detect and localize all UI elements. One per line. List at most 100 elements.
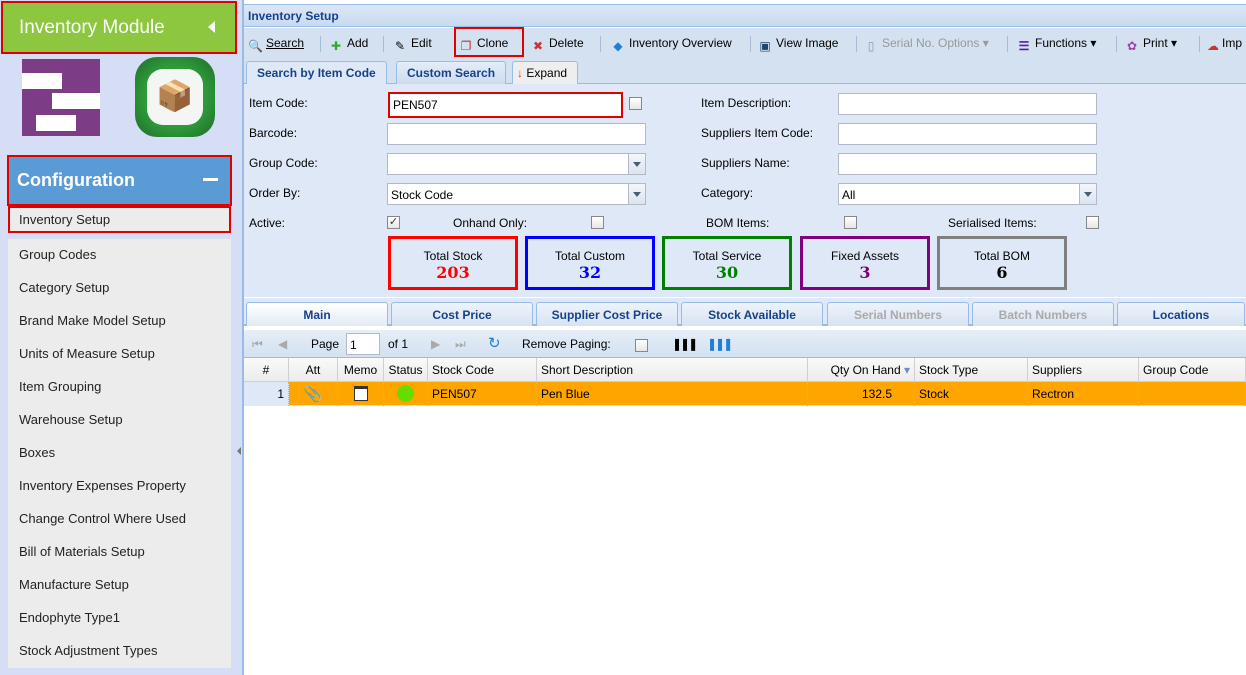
sidebar-item-stock-adjustment-types[interactable]: Stock Adjustment Types [8,635,231,668]
chevron-down-icon[interactable] [628,154,645,174]
expand-button[interactable]: ↓ Expand [512,61,579,84]
table-cell [338,382,384,406]
memo-icon[interactable] [353,386,368,401]
remove-paging-checkbox[interactable] [635,339,648,352]
barcode-blue-icon[interactable]: ❚❚❚ [707,337,733,351]
column-header-stock-code[interactable]: Stock Code [428,358,537,382]
active-checkbox[interactable]: ✓ [387,216,400,229]
collapse-minus-icon[interactable] [203,178,218,181]
column-header-suppliers[interactable]: Suppliers [1028,358,1139,382]
short-description: Pen Blue [541,387,590,401]
bom-items-label: BOM Items: [706,216,770,230]
suppliers-name-input[interactable] [838,153,1097,175]
collapse-arrow-icon[interactable] [208,21,215,33]
tab-custom-search[interactable]: Custom Search [396,61,507,84]
item-code-label: Item Code: [249,96,308,110]
serial-options-button[interactable]: ▯ Serial No. Options ▾ [864,36,989,53]
table-cell [1139,382,1246,406]
stat-total-bom[interactable]: Total BOM 6 [937,236,1067,290]
tag-icon: ◆ [613,39,623,53]
table-cell: 1 [244,382,289,406]
import-button[interactable]: ☁ Imp [1206,36,1242,53]
stat-value: 203 [436,263,470,282]
logo-stripe [36,115,76,131]
chevron-down-icon[interactable] [1079,184,1096,204]
column-header-att[interactable]: Att [289,358,338,382]
column-header-num[interactable]: # [244,358,289,382]
sidebar-item-endophyte-type1[interactable]: Endophyte Type1 [8,602,231,635]
sidebar-item-group-codes[interactable]: Group Codes [8,239,231,272]
sidebar-item-units-of-measure-setup[interactable]: Units of Measure Setup [8,338,231,371]
functions-button[interactable]: ☰ Functions ▾ [1017,36,1097,53]
onhand-only-checkbox[interactable] [591,216,604,229]
sidebar-item-bill-of-materials-setup[interactable]: Bill of Materials Setup [8,536,231,569]
tab-supplier-cost-price[interactable]: Supplier Cost Price [536,302,678,326]
suppliers-item-code-label: Suppliers Item Code: [701,126,814,140]
sidebar-item-brand-make-model-setup[interactable]: Brand Make Model Setup [8,305,231,338]
sidebar-item-manufacture-setup[interactable]: Manufacture Setup [8,569,231,602]
module-header[interactable]: Inventory Module [1,1,237,54]
item-description-input[interactable] [838,93,1097,115]
column-header-status[interactable]: Status [384,358,428,382]
stat-total-custom[interactable]: Total Custom 32 [525,236,655,290]
category-select[interactable]: All [838,183,1097,205]
sidebar-item-category-setup[interactable]: Category Setup [8,272,231,305]
tab-cost-price[interactable]: Cost Price [391,302,533,326]
sidebar-item-inventory-setup[interactable]: Inventory Setup [8,206,231,233]
column-header-short-description[interactable]: Short Description [537,358,808,382]
qty-on-hand: 132.5 [861,387,892,401]
sidebar-item-change-control-where-used[interactable]: Change Control Where Used [8,503,231,536]
chevron-down-icon[interactable] [628,184,645,204]
bom-items-checkbox[interactable] [844,216,857,229]
barcode-input[interactable] [387,123,646,145]
search-button[interactable]: 🔍 Search [248,36,304,53]
sidebar-item-item-grouping[interactable]: Item Grouping [8,371,231,404]
last-page-icon[interactable]: ⏭ [455,337,466,352]
sidebar-item-warehouse-setup[interactable]: Warehouse Setup [8,404,231,437]
column-header-group-code[interactable]: Group Code [1139,358,1246,382]
stat-total-stock[interactable]: Total Stock 203 [388,236,518,290]
item-code-input[interactable]: PEN507 [388,92,623,118]
column-header-qty-on-hand[interactable]: Qty On Hand ▾ [808,358,915,382]
order-by-select[interactable]: Stock Code [387,183,646,205]
table-cell: Stock [915,382,1028,406]
prev-page-icon[interactable]: ◀ [278,337,287,351]
sidebar: Inventory Module 📦 Configuration Invento… [0,0,238,675]
item-code-checkbox[interactable] [629,97,642,110]
sidebar-item-boxes[interactable]: Boxes [8,437,231,470]
refresh-icon[interactable]: ↻ [488,334,501,352]
column-header-memo[interactable]: Memo [338,358,384,382]
suppliers-item-code-input[interactable] [838,123,1097,145]
clone-highlight [454,27,524,57]
collapse-left-icon[interactable] [237,447,241,455]
first-page-icon[interactable]: ⏮ [252,337,263,352]
attachment-icon[interactable]: 📎 [304,386,323,403]
print-button[interactable]: ✿ Print ▾ [1125,36,1177,53]
inventory-overview-button[interactable]: ◆ Inventory Overview [611,36,731,53]
column-header-stock-type[interactable]: Stock Type [915,358,1028,382]
stat-fixed-assets[interactable]: Fixed Assets 3 [800,236,930,290]
barcode-icon[interactable]: ❚❚❚ [672,337,698,351]
edit-button[interactable]: ✎ Edit [393,36,432,53]
table-row[interactable]: 1 📎 PEN507 Pen Blue 132.5 Stock Rectron [244,382,1246,406]
view-image-button[interactable]: ▣ View Image [758,36,838,53]
next-page-icon[interactable]: ▶ [431,337,440,351]
page-number-input[interactable]: 1 [346,333,380,355]
tab-batch-numbers[interactable]: Batch Numbers [972,302,1114,326]
table-cell: PEN507 [428,382,537,406]
tab-locations[interactable]: Locations [1117,302,1245,326]
serialised-items-checkbox[interactable] [1086,216,1099,229]
configuration-section-header[interactable]: Configuration [7,155,232,206]
delete-button[interactable]: ✖ Delete [531,36,584,53]
stat-total-service[interactable]: Total Service 30 [662,236,792,290]
sidebar-item-inventory-expenses-property[interactable]: Inventory Expenses Property [8,470,231,503]
tab-search-by-item-code[interactable]: Search by Item Code [246,61,387,84]
company-logo [22,59,100,136]
stat-label: Total Service [692,249,762,263]
tab-serial-numbers[interactable]: Serial Numbers [827,302,969,326]
tab-main[interactable]: Main [246,302,388,326]
group-code-select[interactable] [387,153,646,175]
add-button[interactable]: ✚ Add [329,36,368,53]
tab-stock-available[interactable]: Stock Available [681,302,823,326]
search-tabs: Search by Item Code Custom Search ↓ Expa… [244,60,1246,84]
